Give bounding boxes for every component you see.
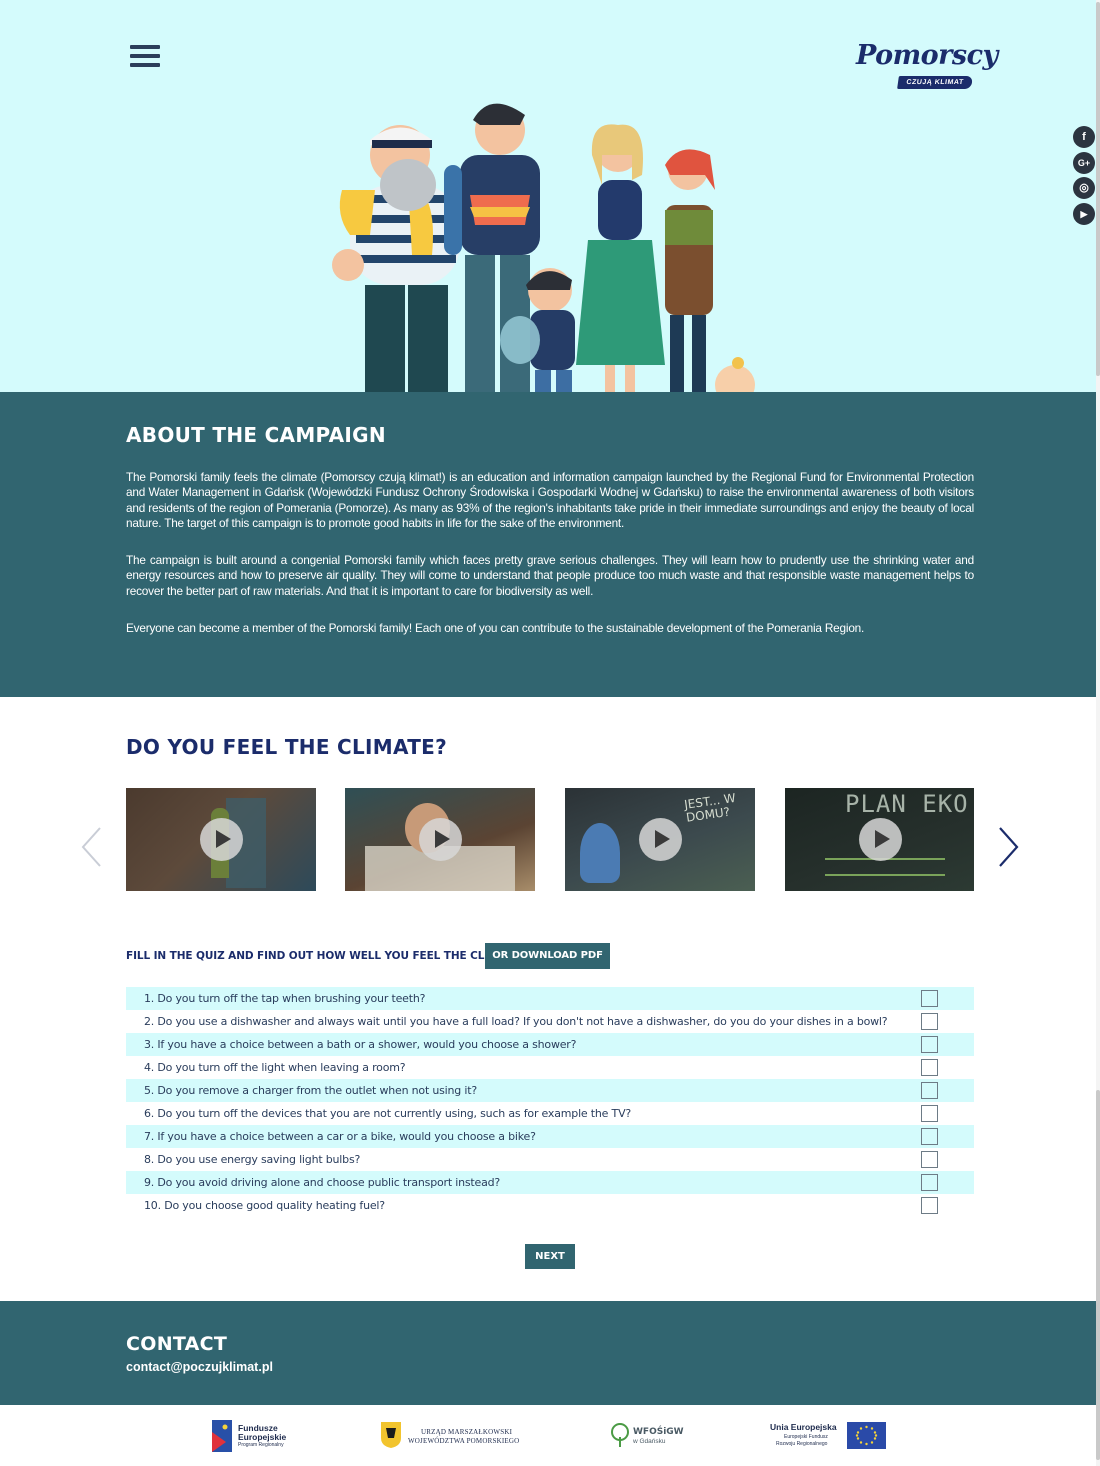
ue-line2: Europejski Fundusz xyxy=(784,1434,828,1440)
quiz-checkbox[interactable] xyxy=(921,1036,938,1053)
quiz-question-row: 4. Do you turn off the light when leavin… xyxy=(126,1056,974,1079)
quiz-question-text: 10. Do you choose good quality heating f… xyxy=(144,1199,385,1212)
google-plus-icon[interactable]: G+ xyxy=(1073,151,1095,174)
family-illustration xyxy=(332,103,755,433)
scrollbar-thumb[interactable] xyxy=(1096,2,1100,376)
quiz-title: FILL IN THE QUIZ AND FIND OUT HOW WELL Y… xyxy=(126,950,520,962)
quiz-question-row: 8. Do you use energy saving light bulbs? xyxy=(126,1148,974,1171)
about-paragraph-1: The Pomorski family feels the climate (P… xyxy=(126,470,974,530)
fe-emblem-icon xyxy=(212,1420,232,1452)
video-4-overlay: PLAN EKO xyxy=(845,790,969,818)
social-links: f G+ ◎ ▶ xyxy=(1073,126,1097,228)
quiz-checkbox[interactable] xyxy=(921,1197,938,1214)
quiz-question-row: 3. If you have a choice between a bath o… xyxy=(126,1033,974,1056)
ue-line3: Rozwoju Regionalnego xyxy=(776,1441,828,1447)
daughter-figure xyxy=(662,149,715,415)
menu-bar xyxy=(130,63,160,67)
quiz-list: 1. Do you turn off the tap when brushing… xyxy=(126,987,974,1217)
play-icon[interactable] xyxy=(200,818,243,861)
quiz-question-text: 9. Do you avoid driving alone and choose… xyxy=(144,1176,501,1189)
play-icon[interactable] xyxy=(419,818,462,861)
quiz-question-row: 6. Do you turn off the devices that you … xyxy=(126,1102,974,1125)
quiz-question-text: 7. If you have a choice between a car or… xyxy=(144,1130,536,1143)
carousel-prev-icon[interactable] xyxy=(80,826,104,868)
quiz-question-text: 8. Do you use energy saving light bulbs? xyxy=(144,1153,361,1166)
wfos-line2: w Gdańsku xyxy=(633,1438,666,1445)
quiz-question-text: 6. Do you turn off the devices that you … xyxy=(144,1107,632,1120)
hamburger-menu-button[interactable] xyxy=(130,45,160,67)
ue-line1: Unia Europejska xyxy=(770,1422,837,1432)
play-icon[interactable] xyxy=(639,818,682,861)
mom-figure xyxy=(576,124,665,410)
fe-line3: Program Regionalny xyxy=(238,1442,284,1448)
quiz-question-row: 1. Do you turn off the tap when brushing… xyxy=(126,987,974,1010)
pomorskie-crest-icon xyxy=(381,1422,401,1448)
dad-figure xyxy=(444,103,540,411)
quiz-question-row: 9. Do you avoid driving alone and choose… xyxy=(126,1171,974,1194)
instagram-icon[interactable]: ◎ xyxy=(1073,177,1095,199)
menu-bar xyxy=(130,45,160,49)
video-thumbnail-4[interactable]: PLAN EKO xyxy=(785,788,974,891)
about-paragraph-3: Everyone can become a member of the Pomo… xyxy=(126,621,865,635)
quiz-checkbox[interactable] xyxy=(921,1082,938,1099)
hero-section: Pomorscy CZUJĄ KLIMAT xyxy=(0,0,1100,433)
quiz-checkbox[interactable] xyxy=(921,1128,938,1145)
wfos-tree-icon xyxy=(611,1423,629,1447)
grandpa-sailor-figure xyxy=(332,125,460,417)
video-thumbnail-2[interactable] xyxy=(345,788,535,891)
umwp-line2: WOJEWÓDZTWA POMORSKIEGO xyxy=(408,1437,520,1445)
pomorscy-logo[interactable]: Pomorscy CZUJĄ KLIMAT xyxy=(852,40,998,92)
quiz-question-row: 5. Do you remove a charger from the outl… xyxy=(126,1079,974,1102)
umwp-line1: URZĄD MARSZAŁKOWSKI xyxy=(421,1428,513,1436)
video-thumbnail-1[interactable] xyxy=(126,788,316,891)
download-pdf-button[interactable]: OR DOWNLOAD PDF xyxy=(485,943,610,969)
facebook-icon[interactable]: f xyxy=(1073,126,1095,148)
quiz-checkbox[interactable] xyxy=(921,1105,938,1122)
quiz-question-text: 3. If you have a choice between a bath o… xyxy=(144,1038,577,1051)
quiz-checkbox[interactable] xyxy=(921,1151,938,1168)
menu-bar xyxy=(130,54,160,58)
quiz-question-text: 2. Do you use a dishwasher and always wa… xyxy=(144,1015,888,1028)
logo-wordmark: Pomorscy xyxy=(856,40,998,71)
carousel-next-icon[interactable] xyxy=(996,826,1020,868)
about-paragraph-2: The campaign is built around a congenial… xyxy=(126,553,974,598)
quiz-checkbox[interactable] xyxy=(921,1013,938,1030)
logo-tagline: CZUJĄ KLIMAT xyxy=(897,76,973,89)
play-icon[interactable] xyxy=(859,818,902,861)
wfos-line1: WFOŚiGW xyxy=(633,1427,684,1437)
contact-email-link[interactable]: contact@poczujklimat.pl xyxy=(126,1360,273,1374)
wfosigw-logo: WFOŚiGW w Gdańsku xyxy=(610,1418,690,1454)
quiz-question-row: 7. If you have a choice between a car or… xyxy=(126,1125,974,1148)
quiz-checkbox[interactable] xyxy=(921,990,938,1007)
next-button[interactable]: NEXT xyxy=(525,1244,575,1269)
fundusze-europejskie-logo: Fundusze Europejskie Program Regionalny xyxy=(212,1418,312,1454)
video-thumbnail-3[interactable]: JEST... W DOMU? xyxy=(565,788,755,891)
climate-title: DO YOU FEEL THE CLIMATE? xyxy=(126,735,448,759)
quiz-question-text: 1. Do you turn off the tap when brushing… xyxy=(144,992,426,1005)
quiz-checkbox[interactable] xyxy=(921,1059,938,1076)
contact-title: CONTACT xyxy=(126,1333,228,1355)
quiz-question-text: 5. Do you remove a charger from the outl… xyxy=(144,1084,477,1097)
quiz-question-text: 4. Do you turn off the light when leavin… xyxy=(144,1061,406,1074)
fe-line2: Europejskie xyxy=(238,1432,287,1442)
unia-europejska-logo: Unia Europejska Europejski Fundusz Rozwo… xyxy=(770,1418,890,1454)
eu-flag-icon xyxy=(847,1422,886,1449)
youtube-icon[interactable]: ▶ xyxy=(1073,202,1095,225)
scrollbar-thumb-secondary[interactable] xyxy=(1096,1090,1100,1460)
video-3-overlay: JEST... W DOMU? xyxy=(683,790,737,825)
quiz-checkbox[interactable] xyxy=(921,1174,938,1191)
quiz-question-row: 2. Do you use a dishwasher and always wa… xyxy=(126,1010,974,1033)
quiz-question-row: 10. Do you choose good quality heating f… xyxy=(126,1194,974,1217)
about-title: ABOUT THE CAMPAIGN xyxy=(126,423,386,447)
urzad-marszalkowski-logo: URZĄD MARSZAŁKOWSKI WOJEWÓDZTWA POMORSKI… xyxy=(381,1418,531,1454)
